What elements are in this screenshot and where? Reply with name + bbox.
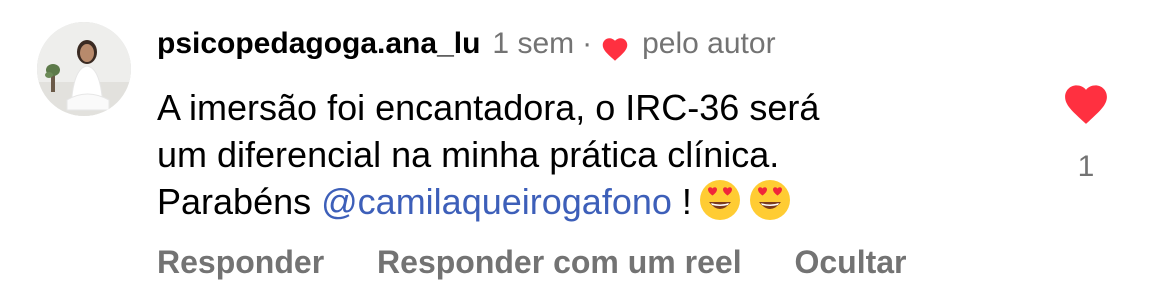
avatar[interactable] <box>37 22 131 116</box>
comment-line: um diferencial na minha prática clínica. <box>157 134 780 175</box>
like-button[interactable] <box>1060 80 1112 126</box>
hide-button[interactable]: Ocultar <box>794 244 906 280</box>
reply-button[interactable]: Responder <box>157 244 324 280</box>
mention-link[interactable]: @camilaqueirogafono <box>321 181 672 222</box>
comment-text-suffix: ! <box>681 181 692 222</box>
comment-username[interactable]: psicopedagoga.ana_lu <box>157 22 480 66</box>
heart-eyes-emoji <box>748 178 792 222</box>
comment-text-prefix: Parabéns <box>157 181 312 222</box>
heart-eyes-emoji <box>698 178 742 222</box>
comment-body: psicopedagoga.ana_lu 1 sem · pelo autor … <box>157 22 1037 225</box>
like-count[interactable]: 1 <box>1060 150 1112 184</box>
comment-meta: psicopedagoga.ana_lu 1 sem · pelo autor <box>157 22 1037 66</box>
comment-line: A imersão foi encantadora, o IRC-36 será <box>157 87 820 128</box>
comment-time: 1 sem <box>492 27 575 60</box>
heart-icon <box>1065 85 1107 124</box>
comment-actions: Responder Responder com um reel Ocultar <box>157 240 951 284</box>
comment-text: A imersão foi encantadora, o IRC-36 será… <box>157 84 1037 225</box>
liked-by-author-label: pelo autor <box>642 27 776 60</box>
meta-separator: · <box>582 27 593 60</box>
reply-with-reel-button[interactable]: Responder com um reel <box>377 244 742 280</box>
comment-line: Parabéns @camilaqueirogafono ! <box>157 178 1037 225</box>
author-heart-icon <box>600 31 630 61</box>
